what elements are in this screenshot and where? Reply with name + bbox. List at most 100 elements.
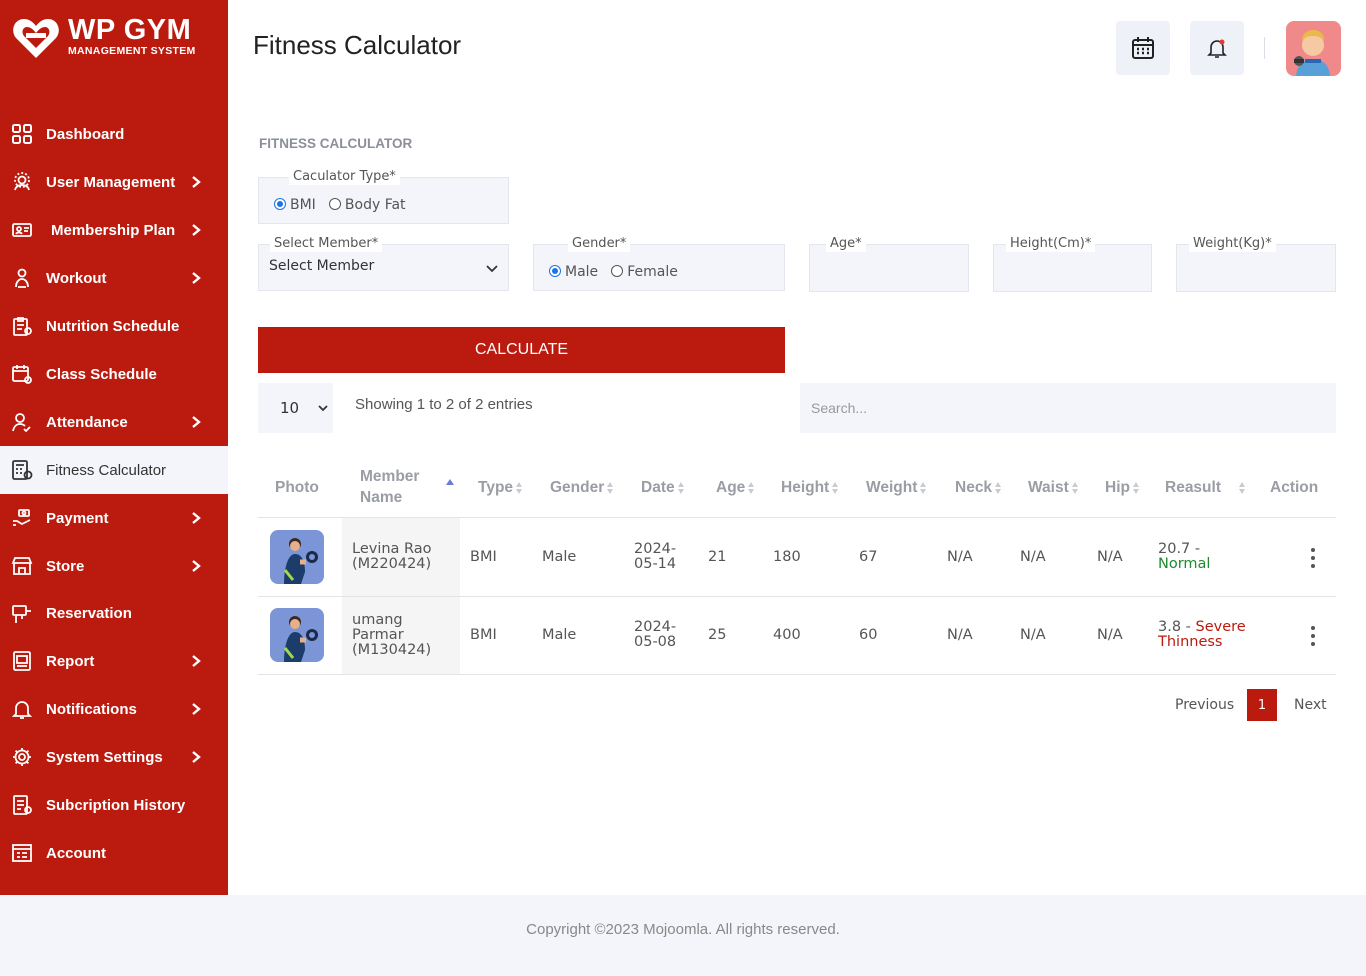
- sidebar-item-store[interactable]: Store: [0, 542, 228, 590]
- column-header-result[interactable]: Reasult: [1165, 477, 1246, 498]
- bmi-radio-label[interactable]: BMI: [290, 197, 316, 213]
- chevron-down-icon: [486, 265, 498, 273]
- result-category: Normal: [1158, 556, 1211, 572]
- column-header-gender[interactable]: Gender: [550, 477, 614, 498]
- column-header-type-label: Type: [478, 479, 514, 496]
- pagination-previous[interactable]: Previous: [1175, 697, 1234, 713]
- column-header-waist[interactable]: Waist: [1028, 477, 1079, 498]
- bell-icon: [11, 698, 33, 720]
- calculator-icon: [11, 459, 33, 481]
- sidebar-item-membership-plan[interactable]: Membership Plan: [0, 206, 228, 254]
- male-radio[interactable]: [549, 265, 561, 277]
- height-input[interactable]: Height(Cm)*: [993, 236, 1152, 292]
- calculate-button[interactable]: CALCULATE: [258, 327, 785, 373]
- pagination-next[interactable]: Next: [1294, 697, 1327, 713]
- sidebar-item-label: Reservation: [46, 605, 132, 622]
- sidebar-item-subscription-history[interactable]: Subcription History: [0, 781, 228, 829]
- more-actions-icon[interactable]: [1310, 548, 1316, 568]
- history-icon: [11, 794, 33, 816]
- workout-avatar-image: [283, 616, 318, 662]
- table-bottom-divider: [258, 674, 1336, 675]
- hip-cell: N/A: [1097, 549, 1123, 565]
- sidebar-item-workout[interactable]: Workout: [0, 254, 228, 302]
- chevron-right-icon: [192, 272, 201, 284]
- result-value: 3.8 -: [1158, 619, 1191, 635]
- column-header-date[interactable]: Date: [641, 477, 685, 498]
- sidebar-item-label: Report: [46, 652, 95, 670]
- sidebar-item-account[interactable]: Account: [0, 829, 228, 877]
- age-input[interactable]: Age*: [809, 236, 969, 292]
- dashboard-icon: [11, 123, 33, 145]
- body-fat-radio[interactable]: [328, 198, 341, 210]
- male-radio-label[interactable]: Male: [565, 264, 598, 280]
- chevron-right-icon: [192, 703, 201, 715]
- sidebar-item-class-schedule[interactable]: Class Schedule: [0, 350, 228, 398]
- sidebar-item-nutrition-schedule[interactable]: Nutrition Schedule: [0, 302, 228, 350]
- member-name-cell[interactable]: Levina Rao (M220424): [352, 542, 432, 572]
- more-actions-icon[interactable]: [1310, 626, 1316, 646]
- search-input[interactable]: [800, 383, 1336, 433]
- weight-input[interactable]: Weight(Kg)*: [1176, 236, 1336, 292]
- chevron-right-icon: [192, 655, 201, 667]
- gender-label: Gender*: [568, 236, 631, 252]
- sidebar-item-dashboard[interactable]: Dashboard: [0, 110, 228, 158]
- sidebar-item-report[interactable]: Report: [0, 637, 228, 685]
- calendar-button[interactable]: [1116, 21, 1170, 75]
- brand-logo[interactable]: WP GYM MANAGEMENT SYSTEM: [12, 14, 222, 62]
- user-avatar[interactable]: [1286, 21, 1341, 76]
- sidebar-item-payment[interactable]: Payment: [0, 494, 228, 542]
- pagination-page-current[interactable]: 1: [1247, 689, 1277, 721]
- column-header-weight[interactable]: Weight: [866, 477, 927, 498]
- sidebar-item-label: Subcription History: [46, 796, 186, 814]
- sidebar-item-label: Dashboard: [46, 125, 125, 143]
- column-header-type[interactable]: Type: [478, 477, 523, 498]
- member-photo: [270, 530, 324, 584]
- sidebar-item-label: Membership Plan: [51, 221, 176, 239]
- page-length-select[interactable]: 10: [258, 383, 333, 433]
- column-header-hip[interactable]: Hip: [1105, 477, 1140, 498]
- sidebar-item-label: Workout: [46, 269, 107, 287]
- female-radio[interactable]: [611, 265, 624, 277]
- bmi-radio[interactable]: [274, 198, 286, 210]
- member-photo: [270, 608, 324, 662]
- calendar-icon: [1132, 37, 1154, 59]
- footer: Copyright ©2023 Mojoomla. All rights res…: [0, 895, 1366, 976]
- sidebar-nav: Dashboard User Management Membership Pla…: [0, 110, 228, 877]
- notifications-button[interactable]: [1190, 21, 1244, 75]
- chevron-right-icon: [192, 512, 201, 524]
- column-header-age[interactable]: Age: [716, 477, 755, 498]
- sidebar-item-system-settings[interactable]: System Settings: [0, 733, 228, 781]
- page-title: Fitness Calculator: [253, 30, 462, 60]
- sort-icon: [1132, 481, 1140, 495]
- hip-cell: N/A: [1097, 627, 1123, 643]
- select-member-field[interactable]: Select Member* Select Member: [258, 236, 509, 291]
- sort-icon: [1239, 481, 1246, 495]
- female-radio-label[interactable]: Female: [627, 264, 678, 280]
- body-fat-radio-label[interactable]: Body Fat: [345, 197, 406, 213]
- sort-icon: [832, 481, 839, 495]
- date-cell: 2024- 05-08: [634, 620, 676, 650]
- sort-icon: [1071, 481, 1079, 495]
- sidebar-item-user-management[interactable]: User Management: [0, 158, 228, 206]
- sort-ascending-icon: [446, 479, 454, 485]
- sidebar-item-attendance[interactable]: Attendance: [0, 398, 228, 446]
- gender-field: Gender* Male Female: [533, 236, 785, 291]
- sidebar-item-notifications[interactable]: Notifications: [0, 685, 228, 733]
- sort-icon: [748, 481, 755, 495]
- reservation-icon: [11, 603, 33, 625]
- column-header-height[interactable]: Height: [781, 477, 839, 498]
- sort-icon: [677, 481, 685, 495]
- sidebar-item-reservation[interactable]: Reservation: [0, 590, 228, 637]
- sidebar-item-label: Attendance: [46, 413, 128, 431]
- member-name-cell[interactable]: umang Parmar (M130424): [352, 613, 431, 658]
- date-line: 05-08: [634, 634, 677, 650]
- sort-icon: [920, 481, 927, 495]
- date-line: 05-14: [634, 556, 677, 572]
- waist-cell: N/A: [1020, 627, 1046, 643]
- column-header-neck[interactable]: Neck: [955, 477, 1002, 498]
- sidebar-item-label: Fitness Calculator: [46, 461, 167, 479]
- column-header-member-name[interactable]: Member Name: [360, 466, 419, 508]
- column-header-action: Action: [1270, 479, 1319, 496]
- sidebar-item-fitness-calculator[interactable]: Fitness Calculator: [0, 446, 228, 494]
- page-length-value: 10: [280, 399, 300, 417]
